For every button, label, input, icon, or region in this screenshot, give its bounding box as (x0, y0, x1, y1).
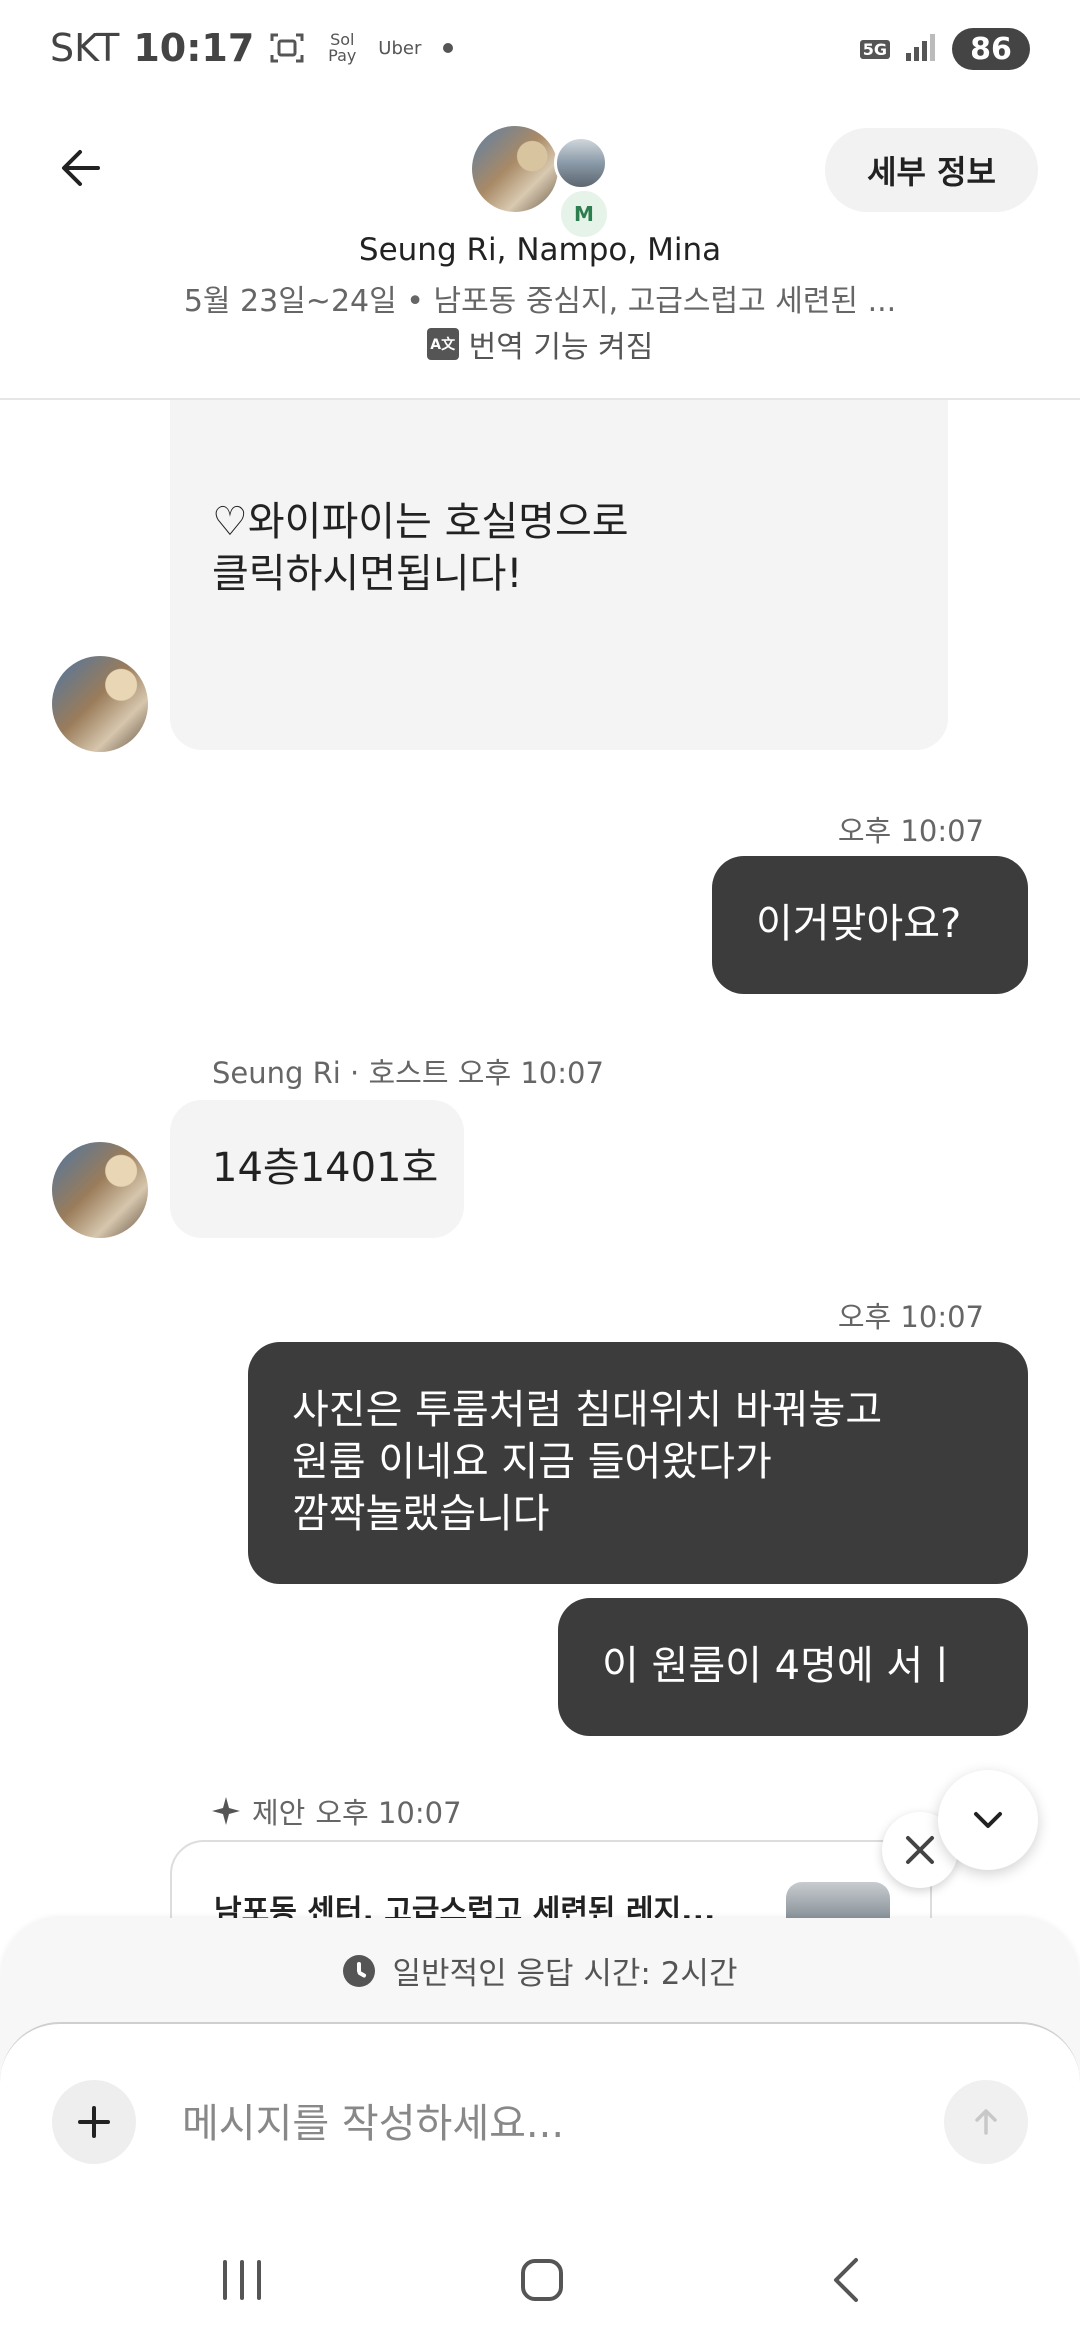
trip-summary: 5월 23일~24일 • 남포동 중심지, 고급스럽고 세련된 ... (183, 284, 897, 319)
message-sender-meta: Seung Ri · 호스트 오후 10:07 (212, 1050, 604, 1092)
plus-icon (78, 2106, 110, 2138)
battery-icon: 86 (952, 28, 1030, 70)
send-button[interactable] (944, 2080, 1028, 2164)
chevron-down-icon (974, 1812, 1002, 1828)
message-list[interactable]: ♡와이파이는 호실명으로 클릭하시면됩니다! 오후 10:07 이거맞아요? S… (0, 400, 1080, 1920)
scroll-to-bottom-button[interactable] (938, 1770, 1038, 1870)
sparkle-icon (212, 1797, 240, 1825)
details-button[interactable]: 세부 정보 (825, 128, 1038, 212)
carrier-label: SKT (50, 26, 120, 70)
message-text: 이거맞아요? (756, 901, 962, 947)
network-5g-icon: 5G (859, 39, 890, 59)
host-avatar[interactable] (52, 656, 148, 752)
listing-avatar (554, 136, 608, 190)
clock-icon (342, 1954, 375, 1987)
message-input[interactable] (180, 2086, 904, 2162)
translation-status[interactable]: A文 번역 기능 켜짐 (0, 322, 1080, 366)
clock-time: 10:17 (133, 26, 255, 70)
home-icon (521, 2259, 563, 2301)
back-button[interactable] (54, 138, 114, 198)
message-timestamp: 오후 10:07 (837, 814, 984, 848)
sol-pay-icon: Sol Pay (328, 30, 357, 65)
arrow-up-icon (975, 2109, 997, 2135)
home-button[interactable] (502, 2244, 582, 2316)
outgoing-message: 이 원룸이 4명에 서ㅣ (558, 1598, 1028, 1736)
network-label: 5G (859, 39, 890, 59)
message-text: 14층1401호 (212, 1145, 439, 1191)
close-icon (906, 1836, 934, 1864)
message-timestamp: 오후 10:07 (837, 1300, 984, 1334)
incoming-message: ♡와이파이는 호실명으로 클릭하시면됩니다! (170, 400, 948, 750)
message-timestamp: 오후 10:07 (315, 1796, 462, 1830)
suggestion-label: 제안 (252, 1796, 306, 1830)
system-navigation-bar (0, 2220, 1080, 2340)
outgoing-message: 사진은 투룸처럼 침대위치 바꿔놓고 원룸 이네요 지금 들어왔다가 깜짝놀랬습… (248, 1342, 1028, 1584)
translation-label: 번역 기능 켜짐 (468, 330, 654, 365)
message-text: ♡와이파이는 호실명으로 클릭하시면됩니다! (212, 499, 629, 597)
group-avatars[interactable]: M (472, 126, 612, 240)
arrow-left-icon (62, 150, 100, 186)
back-nav-button[interactable] (806, 2244, 886, 2316)
message-text: 이 원룸이 4명에 서ㅣ (602, 1643, 960, 1689)
add-attachment-button[interactable] (52, 2080, 136, 2164)
suggestion-meta: 제안 오후 10:07 (210, 1790, 462, 1832)
screenshot-icon (268, 29, 306, 67)
sender-name: Seung Ri · 호스트 (212, 1056, 449, 1090)
conversation-title: Seung Ri, Nampo, Mina (358, 232, 722, 268)
uber-icon: Uber (378, 37, 422, 59)
chevron-left-icon (834, 2258, 858, 2302)
response-time-text: 일반적인 응답 시간: 2시간 (392, 1956, 738, 1992)
recent-apps-button[interactable] (202, 2244, 282, 2316)
incoming-message: 14층1401호 (170, 1100, 464, 1238)
signal-icon (904, 31, 938, 67)
recents-icon (223, 2260, 261, 2300)
response-time-info: 일반적인 응답 시간: 2시간 (0, 1948, 1080, 1993)
message-timestamp: 오후 10:07 (457, 1056, 604, 1090)
message-text: 사진은 투룸처럼 침대위치 바꿔놓고 원룸 이네요 지금 들어왔다가 깜짝놀랬습… (292, 1387, 883, 1537)
host-avatar[interactable] (52, 1142, 148, 1238)
conversation-header: M 세부 정보 Seung Ri, Nampo, Mina 5월 23일~24일… (0, 100, 1080, 400)
host-avatar (472, 126, 558, 212)
status-bar: SKT 10:17 Sol Pay Uber 5G 86 (0, 0, 1080, 100)
notification-dot-icon (443, 43, 454, 53)
outgoing-message: 이거맞아요? (712, 856, 1028, 994)
translate-icon: A文 (426, 328, 459, 360)
